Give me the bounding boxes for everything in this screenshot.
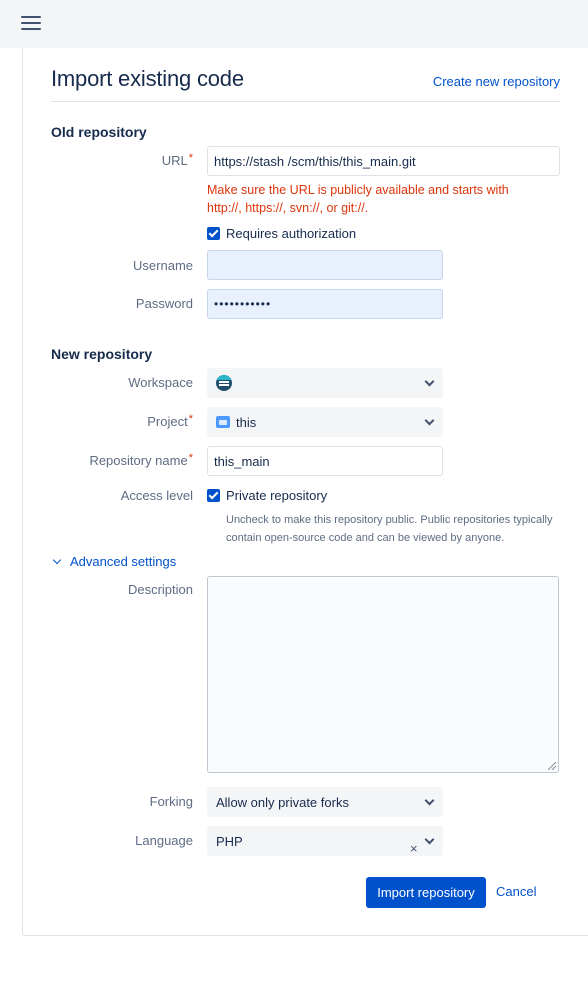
advanced-settings-toggle[interactable]: Advanced settings	[52, 554, 177, 569]
private-repository-label: Private repository	[226, 488, 328, 503]
requires-authorization-label: Requires authorization	[226, 226, 357, 241]
password-input[interactable]: •••••••••••	[207, 289, 443, 319]
hamburger-menu-icon[interactable]	[21, 16, 41, 30]
project-value: this	[236, 414, 257, 430]
language-label: Language	[135, 833, 193, 848]
password-label: Password	[135, 296, 193, 311]
username-input[interactable]	[207, 250, 443, 280]
repository-name-input[interactable]: this_main	[207, 446, 443, 476]
chevron-down-icon	[424, 376, 435, 387]
language-value: PHP	[216, 833, 243, 849]
repository-name-label: Repository name*	[89, 452, 193, 468]
chevron-down-icon	[52, 555, 62, 565]
chevron-down-icon	[424, 834, 435, 845]
private-repository-checkbox[interactable]: Private repository	[207, 488, 327, 503]
description-label: Description	[127, 582, 193, 597]
old-repository-heading: Old repository	[51, 124, 147, 140]
workspace-label: Workspace	[128, 375, 193, 390]
project-select[interactable]: this	[207, 407, 443, 437]
checkbox-checked-icon	[207, 489, 220, 502]
create-new-repository-link[interactable]: Create new repository	[433, 74, 560, 89]
checkbox-checked-icon	[207, 227, 220, 240]
page-title: Import existing code	[51, 66, 244, 91]
forking-value: Allow only private forks	[216, 794, 349, 810]
new-repository-heading: New repository	[51, 346, 153, 362]
forking-label: Forking	[149, 794, 193, 809]
description-textarea[interactable]	[207, 576, 559, 773]
url-label: URL*	[161, 152, 193, 168]
resize-handle-icon[interactable]	[548, 762, 556, 770]
advanced-settings-label: Advanced settings	[70, 554, 177, 569]
username-label: Username	[133, 258, 193, 273]
top-bar	[0, 0, 588, 48]
url-input[interactable]: https://stash /scm/this/this_main.git	[207, 146, 560, 176]
private-repository-help: Uncheck to make this repository public. …	[226, 514, 553, 544]
language-select[interactable]: PHP	[207, 826, 443, 856]
project-label: Project*	[147, 413, 193, 429]
folder-icon	[216, 416, 230, 428]
workspace-avatar-icon	[216, 375, 232, 391]
requires-authorization-checkbox[interactable]: Requires authorization	[207, 226, 356, 241]
title-divider	[51, 101, 560, 102]
access-level-label: Access level	[120, 488, 193, 503]
chevron-down-icon	[424, 795, 435, 806]
import-repository-button[interactable]: Import repository	[366, 877, 486, 908]
workspace-select[interactable]	[207, 368, 443, 398]
cancel-button[interactable]: Cancel	[496, 884, 536, 899]
url-error-message: Make sure the URL is publicly available …	[207, 183, 509, 215]
clear-language-icon[interactable]: ×	[410, 841, 418, 856]
forking-select[interactable]: Allow only private forks	[207, 787, 443, 817]
chevron-down-icon	[424, 415, 435, 426]
